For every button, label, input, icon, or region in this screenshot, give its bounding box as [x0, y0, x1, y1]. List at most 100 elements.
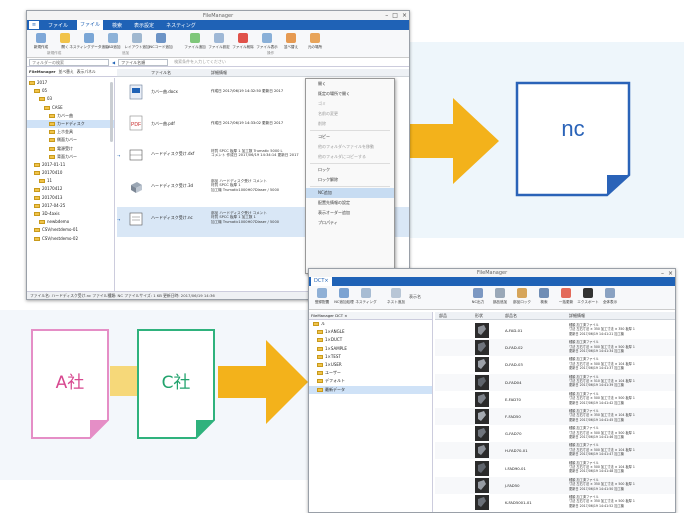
tree-item[interactable]: 上ホ金具 — [27, 128, 114, 136]
tab-sort[interactable]: 並べ替え — [59, 69, 74, 76]
tree-item[interactable]: 1×TEST — [309, 353, 432, 361]
header-detail[interactable]: 詳細情報 — [211, 70, 227, 76]
part-row[interactable]: F-FAD50 種類 加工済ファイル 寸法 左右寸法 × 350 加工寸法 × 1… — [435, 408, 675, 425]
file-settings-button[interactable]: ファイル設定 — [208, 33, 230, 50]
nesting-button[interactable]: ネスティング — [355, 288, 377, 305]
tree-item[interactable]: CASE — [27, 104, 114, 112]
menu-item-properties[interactable]: プロパティ — [306, 218, 394, 228]
bulk-update-button[interactable]: 一括更新 — [556, 288, 576, 305]
app-menu-icon[interactable]: ≡ — [29, 21, 39, 29]
tree-item[interactable]: 背面カバー — [27, 153, 114, 161]
nest-add-button[interactable]: ネスト追加 — [386, 288, 406, 305]
tree-item[interactable]: 1×DUCT — [309, 336, 432, 344]
tree-item[interactable]: 20170410 — [27, 169, 114, 177]
tree-item[interactable]: 3D-4axis — [27, 210, 114, 218]
tab-filemanager[interactable]: FileManager — [29, 69, 56, 76]
add-nc-button[interactable]: NCコード追加 — [149, 33, 173, 50]
menu-item-move[interactable]: 他のフォルダへファイルを移動 — [306, 142, 394, 152]
search-button[interactable]: 検索 — [534, 288, 554, 305]
add-layout-button[interactable]: レイアウト追加 — [124, 33, 150, 50]
add-file-button[interactable]: ファイル追加 — [184, 33, 206, 50]
menu-file-active[interactable]: ファイル — [77, 20, 104, 30]
tab-display[interactable]: 表示パネル — [77, 69, 96, 76]
tree-item-selected[interactable]: 最新データ — [309, 385, 432, 394]
menu-item-placement[interactable]: 配置先情報の設定 — [306, 198, 394, 208]
part-lock-button[interactable]: 部品ロック — [512, 288, 532, 305]
part-row[interactable]: D-FAD-02 種類 加工済ファイル 寸法 左右寸法 × 500 加工寸法 × … — [435, 339, 675, 357]
tree-item-selected[interactable]: カードディスク — [27, 119, 114, 129]
menu-nesting[interactable]: ネスティング — [163, 22, 199, 29]
tree-item[interactable]: CSV/nestdemo-02 — [27, 235, 114, 243]
minimize-button[interactable]: – — [385, 12, 388, 19]
part-row[interactable]: E-FAD70 種類 加工済ファイル 寸法 左右寸法 × 500 加工寸法 × 5… — [435, 391, 675, 408]
tree-item[interactable]: newbdemo — [27, 218, 114, 226]
menu-item-add-nc[interactable]: NC追加 — [306, 188, 394, 198]
tree-item[interactable]: 20170412 — [27, 185, 114, 193]
header-info[interactable]: 詳細情報 — [569, 313, 585, 319]
sort-button[interactable]: 並べ替え — [280, 33, 302, 50]
menu-item-open-default[interactable]: 既定の場所で開く — [306, 89, 394, 99]
back-icon[interactable]: ◀ — [112, 60, 115, 65]
header-shape[interactable]: 形状 — [475, 313, 483, 319]
header-file-name[interactable]: ファイル名 — [151, 70, 171, 76]
minimize-button[interactable]: – — [661, 270, 664, 277]
part-row[interactable]: H-FAD70-01 種類 加工済ファイル 寸法 左右寸法 × 500 加工寸法 … — [435, 442, 675, 460]
part-row[interactable]: G-FAD70 種類 加工済ファイル 寸法 左右寸法 × 500 加工寸法 × 5… — [435, 425, 675, 442]
tree-item[interactable]: 2017 — [27, 79, 114, 87]
part-row[interactable]: K-FAD5001-01 種類 加工済ファイル 寸法 左右寸法 × 350 加工寸… — [435, 494, 675, 511]
add-nesting-button[interactable]: ネスティングデータ追加 — [69, 33, 109, 50]
tree-item[interactable]: 2017-01-11 — [27, 161, 114, 169]
folder-search-input[interactable]: フォルダーの検索 — [29, 58, 109, 66]
new-button[interactable]: 新規作成 — [30, 33, 52, 50]
part-row[interactable]: J-FAD50 種類 加工済ファイル 寸法 左右寸法 × 350 加工寸法 × 5… — [435, 476, 675, 494]
menu-item-copy[interactable]: コピー — [306, 132, 394, 142]
part-row[interactable]: A-FAD-01 種類 加工済ファイル 寸法 左右寸法 × 350 加工寸法 × … — [435, 322, 675, 339]
menu-item-delete[interactable]: 削除 — [306, 119, 394, 129]
tree-item[interactable]: CSV/nestdemo-01 — [27, 226, 114, 234]
menu-item-copy-to[interactable]: 他のフォルダにコピーする — [306, 152, 394, 162]
tree-item[interactable]: 1×USER — [309, 361, 432, 369]
menu-item-trash[interactable]: ゴミ — [306, 99, 394, 109]
header-part-name[interactable]: 部品名 — [505, 313, 517, 319]
export-button[interactable]: エクスポート — [577, 288, 599, 305]
original-location-button[interactable]: 元の場所 — [304, 33, 326, 50]
tree-item[interactable]: 1×SAMPLE — [309, 345, 432, 353]
menu-file[interactable]: ファイル — [45, 22, 71, 29]
sort-dropdown[interactable]: ファイル名順 — [118, 58, 169, 66]
menu-item-open[interactable]: 開く — [306, 79, 394, 89]
tree-item[interactable]: 03 — [27, 95, 114, 103]
menu-view[interactable]: 表示設定 — [131, 22, 157, 29]
menu-item-lock[interactable]: ロック — [306, 165, 394, 175]
header-part[interactable]: 部品 — [439, 313, 447, 319]
view-all-button[interactable]: 全体表示 — [600, 288, 620, 305]
tree-item[interactable]: 2017-04-25 — [27, 202, 114, 210]
tree-item[interactable]: ル — [309, 320, 432, 328]
delete-file-button[interactable]: ファイル削除 — [232, 33, 254, 50]
part-row[interactable]: D-FAD-03 種類 加工済ファイル 寸法 左右寸法 × 500 加工寸法 × … — [435, 356, 675, 373]
search-input[interactable]: 検索条件を入力してください — [172, 59, 405, 66]
tree-item[interactable]: 05 — [27, 87, 114, 95]
close-button[interactable]: × — [668, 270, 673, 277]
tree-scrollbar[interactable] — [110, 82, 113, 142]
show-file-button[interactable]: ファイル表示 — [256, 33, 278, 50]
part-row[interactable]: I-FAD90-01 種類 加工済ファイル 寸法 左右寸法 × 500 加工寸法 … — [435, 460, 675, 477]
tree-item[interactable]: 電源受け — [27, 145, 114, 153]
tree-item[interactable]: カバー曲 — [27, 112, 114, 120]
menu-item-rename[interactable]: 名前の変更 — [306, 109, 394, 119]
part-row[interactable]: D-FAD04 種類 加工済ファイル 寸法 左右寸法 × 510 加工寸法 × 1… — [435, 373, 675, 391]
maximize-button[interactable]: □ — [392, 12, 398, 19]
tree-item[interactable]: 20170413 — [27, 194, 114, 202]
tree-item[interactable]: ユーザー — [309, 369, 432, 377]
menu-item-add-order[interactable]: 表示オーダー追加 — [306, 208, 394, 218]
part-add-button[interactable]: 部品追加 — [490, 288, 510, 305]
tree-item[interactable]: 1×ANGLE — [309, 328, 432, 336]
register-button[interactable]: 登録配置 — [312, 288, 332, 305]
tree-item[interactable]: 側面カバー — [27, 136, 114, 144]
nc-process-button[interactable]: NC追加処理 — [334, 288, 354, 305]
tree-item[interactable]: 11 — [27, 177, 114, 185]
menu-item-unlock[interactable]: ロック解除 — [306, 175, 394, 185]
tab-dct[interactable]: DCT× — [311, 277, 332, 286]
menu-search[interactable]: 検索 — [109, 22, 125, 29]
add-cad-button[interactable]: CAD追加 — [102, 33, 124, 50]
close-button[interactable]: × — [402, 12, 407, 19]
